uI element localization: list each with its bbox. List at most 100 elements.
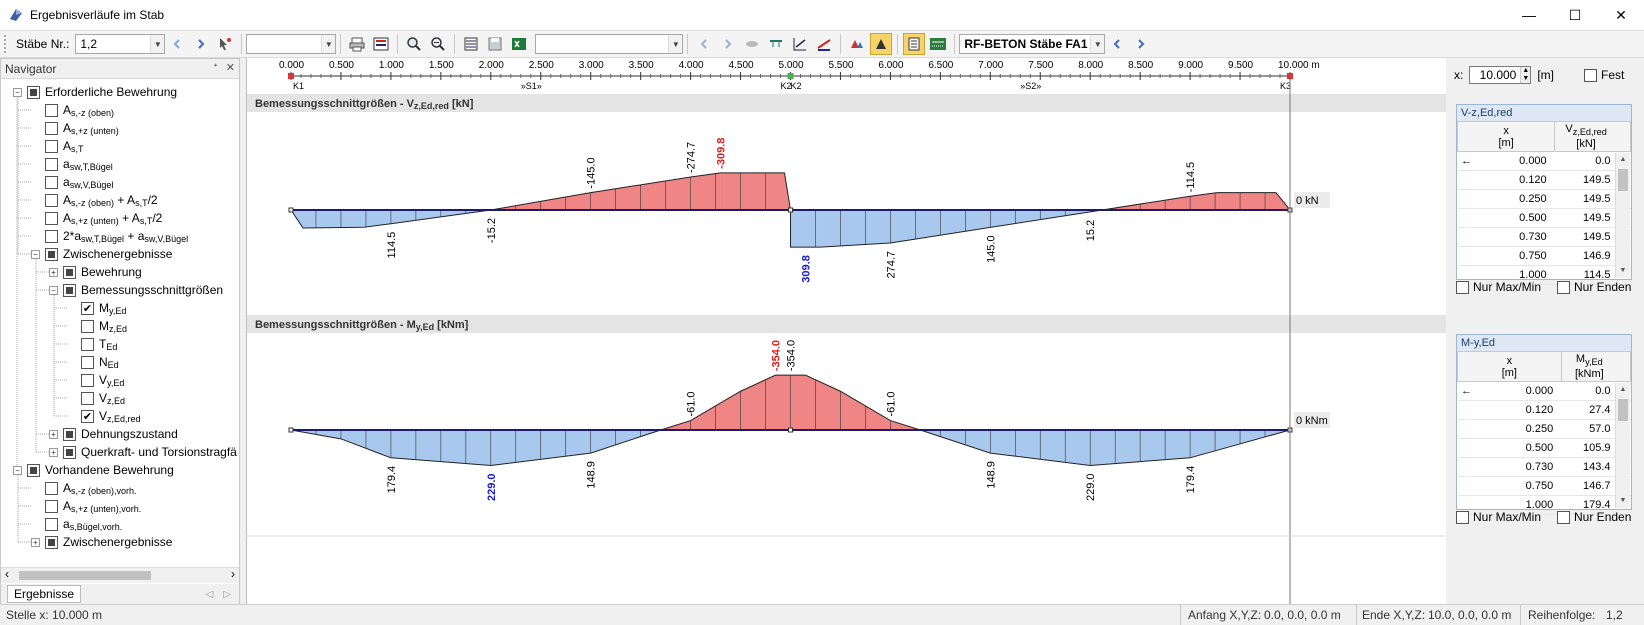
scroll-up-icon[interactable]: ▲ bbox=[1616, 153, 1630, 167]
table-m-scrollbar[interactable]: ▲ ▼ bbox=[1615, 383, 1630, 508]
pick-member-icon[interactable] bbox=[214, 33, 236, 55]
tree-item[interactable]: As,+z (unten),vorh. bbox=[45, 497, 141, 515]
graphics-icon[interactable] bbox=[813, 33, 835, 55]
result-diagram-area[interactable]: 0.000 0.500 1.000 1.500 2.000 2.500 3.000 3.500… bbox=[246, 58, 1447, 604]
tree-checkbox[interactable] bbox=[45, 211, 58, 225]
table-row[interactable]: 0.730 149.5 bbox=[1457, 227, 1631, 248]
tree-checkbox[interactable] bbox=[27, 85, 40, 99]
tree-item[interactable]: + Bewehrung bbox=[49, 263, 142, 281]
table-row[interactable]: 0.750 146.7 bbox=[1457, 476, 1631, 497]
table-row[interactable]: 0.120 27.4 bbox=[1457, 400, 1631, 421]
results-icon[interactable] bbox=[846, 33, 868, 55]
x-input[interactable]: 10.000 ▲ ▼ bbox=[1469, 66, 1532, 84]
tree-item[interactable]: as,Bügel,vorh. bbox=[45, 515, 122, 533]
collapse-icon[interactable]: − bbox=[13, 465, 22, 475]
zoom-out-icon[interactable] bbox=[427, 33, 449, 55]
tree-checkbox[interactable] bbox=[63, 445, 76, 459]
tree-checkbox[interactable] bbox=[45, 535, 58, 549]
maximize-button[interactable]: ☐ bbox=[1552, 0, 1598, 30]
expand-icon[interactable]: + bbox=[31, 537, 40, 547]
scroll-down-icon[interactable]: ▼ bbox=[1616, 494, 1630, 508]
table-row[interactable]: 0.500 105.9 bbox=[1457, 438, 1631, 459]
tree-item[interactable]: As,+z (unten) + As,T/2 bbox=[45, 209, 162, 227]
collapse-icon[interactable]: − bbox=[49, 285, 58, 295]
print-icon[interactable] bbox=[346, 33, 368, 55]
pin-icon[interactable]: ᐩ bbox=[214, 61, 218, 74]
table-row[interactable]: 0.250 149.5 bbox=[1457, 189, 1631, 210]
table-row[interactable]: 0.730 143.4 bbox=[1457, 457, 1631, 478]
tree-item[interactable]: As,T bbox=[45, 137, 84, 155]
tree-checkbox[interactable] bbox=[45, 499, 58, 513]
save-icon[interactable] bbox=[484, 33, 506, 55]
collapse-icon[interactable]: − bbox=[13, 87, 22, 97]
tree-item[interactable]: As,-z (oben) bbox=[45, 101, 114, 119]
nur-enden-checkbox[interactable] bbox=[1557, 511, 1571, 525]
nur-maxmin-checkbox[interactable] bbox=[1456, 281, 1469, 295]
tension-icon[interactable] bbox=[789, 33, 811, 55]
collapse-icon[interactable]: − bbox=[31, 249, 40, 259]
table-row[interactable]: ← 0.000 0.0 bbox=[1457, 381, 1631, 402]
tree-item[interactable]: − Vorhandene Bewehrung bbox=[13, 461, 174, 479]
tree-checkbox[interactable] bbox=[45, 481, 58, 495]
horizontal-scrollbar[interactable]: ‹ › bbox=[1, 567, 239, 583]
tree-checkbox[interactable] bbox=[81, 355, 94, 369]
tree-checkbox[interactable] bbox=[45, 103, 58, 117]
loadcase-combo[interactable]: ▼ bbox=[246, 34, 337, 54]
tree-checkbox[interactable] bbox=[27, 463, 40, 477]
scroll-thumb[interactable] bbox=[19, 571, 151, 580]
table-row[interactable]: 0.500 149.5 bbox=[1457, 208, 1631, 229]
fest-checkbox[interactable] bbox=[1584, 69, 1598, 83]
tree-checkbox[interactable]: ✔ bbox=[81, 409, 94, 423]
tree-item[interactable]: + Dehnungszustand bbox=[49, 425, 178, 443]
value-icon[interactable] bbox=[927, 33, 949, 55]
tree-checkbox[interactable] bbox=[45, 247, 58, 261]
tree-checkbox[interactable] bbox=[81, 373, 94, 387]
scroll-thumb[interactable] bbox=[1618, 169, 1628, 191]
tree-checkbox[interactable]: ✔ bbox=[81, 301, 94, 315]
tree-item[interactable]: asw,V,Bügel bbox=[45, 173, 113, 191]
tree-item[interactable]: − Zwischenergebnisse bbox=[31, 245, 172, 263]
tree-item[interactable]: As,+z (unten) bbox=[45, 119, 119, 137]
highlight-icon[interactable] bbox=[870, 33, 893, 55]
tree-checkbox[interactable] bbox=[63, 427, 76, 441]
table-row[interactable]: ← 0.000 0.0 bbox=[1457, 151, 1631, 172]
close-icon[interactable]: ✕ bbox=[226, 61, 235, 74]
previous-icon[interactable] bbox=[166, 33, 188, 55]
tree-item[interactable]: ✔ My,Ed bbox=[81, 299, 126, 317]
scroll-right-icon[interactable]: › bbox=[231, 567, 235, 581]
nur-enden-option-v[interactable]: Nur Enden bbox=[1557, 280, 1631, 295]
tree-item[interactable]: NEd bbox=[81, 353, 119, 371]
excel-icon[interactable] bbox=[508, 33, 530, 55]
tree-item[interactable]: TEd bbox=[81, 335, 117, 353]
tree-item[interactable]: Mz,Ed bbox=[81, 317, 127, 335]
view-icon[interactable] bbox=[370, 33, 392, 55]
table-icon[interactable] bbox=[903, 33, 926, 55]
tree-item[interactable]: As,-z (oben) + As,T/2 bbox=[45, 191, 158, 209]
table-row[interactable]: 0.250 57.0 bbox=[1457, 419, 1631, 440]
next-icon[interactable] bbox=[190, 33, 212, 55]
tree-checkbox[interactable] bbox=[45, 193, 58, 207]
table-v-scrollbar[interactable]: ▲ ▼ bbox=[1615, 153, 1630, 278]
previous-icon[interactable] bbox=[1106, 33, 1128, 55]
tree-item[interactable]: Vz,Ed bbox=[81, 389, 125, 407]
tree-item[interactable]: Vy,Ed bbox=[81, 371, 124, 389]
next-icon[interactable] bbox=[1130, 33, 1152, 55]
tab-next-icon[interactable]: ▷ bbox=[223, 589, 231, 600]
tree-checkbox[interactable] bbox=[63, 265, 76, 279]
table-row[interactable]: 0.750 146.9 bbox=[1457, 246, 1631, 267]
tree-checkbox[interactable] bbox=[45, 157, 58, 171]
tree-checkbox[interactable] bbox=[45, 121, 58, 135]
tree-item[interactable]: ✔ Vz,Ed,red bbox=[81, 407, 141, 425]
tree-checkbox[interactable] bbox=[81, 337, 94, 351]
tree-checkbox[interactable] bbox=[81, 319, 94, 333]
spin-icon[interactable]: ▲ ▼ bbox=[1520, 67, 1531, 83]
expand-icon[interactable]: + bbox=[49, 429, 58, 439]
tree-item[interactable]: − Bemessungsschnittgrößen bbox=[49, 281, 223, 299]
scroll-down-icon[interactable]: ▼ bbox=[1616, 264, 1630, 278]
filter-icon[interactable] bbox=[741, 33, 763, 55]
tree-checkbox[interactable] bbox=[45, 229, 58, 243]
tree-checkbox[interactable] bbox=[63, 283, 76, 297]
nur-enden-checkbox[interactable] bbox=[1557, 281, 1571, 295]
nur-maxmin-option-m[interactable]: Nur Max/Min bbox=[1456, 510, 1541, 525]
tree-item[interactable]: As,-z (oben),vorh. bbox=[45, 479, 137, 497]
